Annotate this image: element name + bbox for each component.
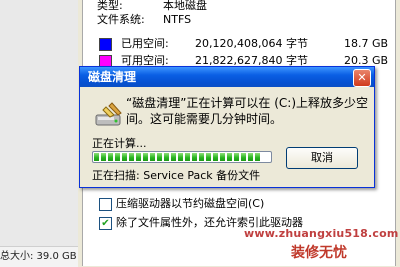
progress-segment: [199, 153, 204, 161]
background-window-pane: 总大小: 39.0 GB: [0, 0, 79, 267]
dialog-title: 磁盘清理: [88, 70, 137, 84]
used-space-row: 已用空间: 20,120,408,064 字节 18.7 GB: [99, 36, 399, 52]
progress-segment: [101, 153, 106, 161]
progress-fill: [94, 153, 261, 161]
progress-segment: [171, 153, 176, 161]
dialog-message: “磁盘清理”正在计算可以在 (C:)上释放多少空间。这可能需要几分钟时间。: [126, 96, 369, 126]
progress-segment: [122, 153, 127, 161]
progress-segment: [143, 153, 148, 161]
used-space-swatch: [99, 38, 112, 51]
progress-segment: [220, 153, 225, 161]
progress-segment: [185, 153, 190, 161]
used-space-label: 已用空间:: [121, 37, 169, 50]
progress-segment: [136, 153, 141, 161]
progress-segment: [178, 153, 183, 161]
scanning-line: 正在扫描: Service Pack 备份文件: [92, 169, 260, 182]
progress-segment: [227, 153, 232, 161]
used-space-size: 18.7 GB: [344, 37, 389, 50]
scanning-label: 正在扫描:: [92, 169, 140, 182]
progress-segment: [157, 153, 162, 161]
cancel-button[interactable]: 取消: [286, 147, 358, 169]
progress-segment: [115, 153, 120, 161]
calculating-status: 正在计算...: [92, 137, 147, 150]
progress-segment: [94, 153, 99, 161]
type-label: 类型:: [97, 0, 123, 12]
compress-checkbox-label[interactable]: 压缩驱动器以节约磁盘空间(C): [116, 197, 264, 211]
index-checkbox-box[interactable]: ✔: [99, 217, 112, 230]
total-size-status: 总大小: 39.0 GB: [0, 246, 78, 267]
type-value: 本地磁盘: [163, 0, 207, 12]
watermark-url: www.zhuangxiu518.com: [244, 227, 399, 240]
used-space-bytes: 20,120,408,064 字节: [195, 37, 308, 50]
progress-segment: [255, 153, 260, 161]
progress-bar: [92, 151, 272, 163]
disk-cleanup-icon: [95, 102, 122, 126]
scanning-item: Service Pack 备份文件: [143, 169, 261, 182]
dialog-title-bar[interactable]: 磁盘清理 ✕: [80, 67, 374, 87]
progress-segment: [192, 153, 197, 161]
watermark-text: 装修无忧: [291, 245, 347, 261]
progress-segment: [164, 153, 169, 161]
progress-segment: [129, 153, 134, 161]
checkmark-icon: ✔: [101, 218, 110, 229]
progress-segment: [213, 153, 218, 161]
filesystem-label: 文件系统:: [97, 13, 145, 26]
disk-cleanup-dialog: 磁盘清理 ✕ “磁盘清理”正在计算可以在 (C:)上释放多少空间。这可能需要几分…: [79, 66, 375, 188]
progress-segment: [234, 153, 239, 161]
filesystem-value: NTFS: [163, 13, 192, 26]
progress-segment: [248, 153, 253, 161]
progress-segment: [206, 153, 211, 161]
progress-segment: [150, 153, 155, 161]
progress-segment: [108, 153, 113, 161]
close-button[interactable]: ✕: [353, 69, 371, 87]
compress-checkbox-box[interactable]: [99, 198, 112, 211]
progress-segment: [241, 153, 246, 161]
